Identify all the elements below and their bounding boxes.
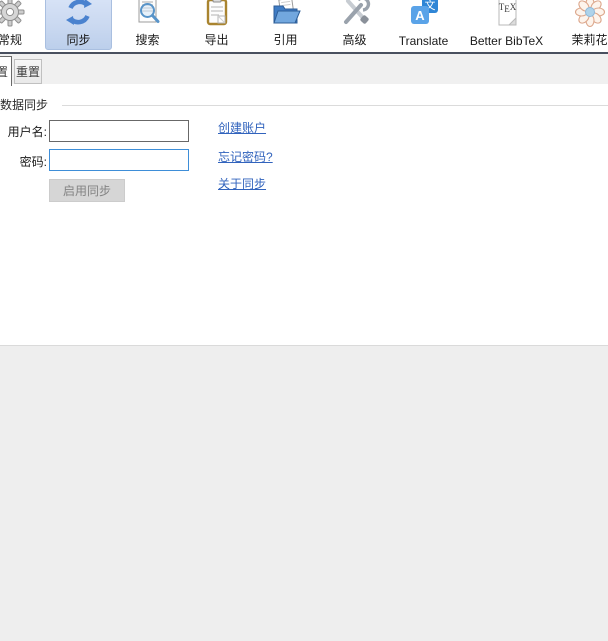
cite-icon: [272, 0, 301, 24]
username-input[interactable]: [49, 120, 189, 142]
toolbar-item-label: 引用: [273, 33, 298, 47]
toolbar-item-general[interactable]: 常规: [0, 0, 44, 52]
toolbar-item-jasmine[interactable]: 茉莉花: [555, 0, 608, 52]
tab-settings[interactable]: 置: [0, 56, 12, 86]
toolbar-item-search[interactable]: 搜索: [113, 0, 182, 52]
toolbar-item-label: 高级: [342, 33, 367, 47]
tab-reset[interactable]: 重置: [14, 59, 42, 84]
password-input[interactable]: [49, 149, 189, 171]
toolbar-item-label: 常规: [0, 33, 22, 47]
preferences-toolbar: 常规 同步 搜索 导出 引用 高级 文 A Translate TEX Bett…: [0, 0, 608, 52]
toolbar-item-label: 同步: [66, 33, 91, 47]
preferences-window: 常规 同步 搜索 导出 引用 高级 文 A Translate TEX Bett…: [0, 0, 608, 641]
toolbar-item-better-bibtex[interactable]: TEX Better BibTeX: [458, 0, 555, 52]
export-icon: [206, 0, 227, 26]
toolbar-item-label: 搜索: [135, 33, 160, 47]
sync-icon: [65, 0, 92, 25]
forgot-password-link[interactable]: 忘记密码?: [218, 148, 273, 165]
translate-icon: 文 A: [410, 0, 438, 24]
toolbar-item-cite[interactable]: 引用: [251, 0, 320, 52]
search-icon: [138, 0, 159, 23]
toolbar-item-translate[interactable]: 文 A Translate: [389, 0, 458, 52]
tab-strip: 置 重置: [0, 54, 608, 86]
toolbar-item-advanced[interactable]: 高级: [320, 0, 389, 52]
bibtex-icon: TEX: [498, 0, 516, 26]
toolbar-item-label: 茉莉花: [571, 33, 608, 47]
groupbox-line: [62, 105, 608, 106]
toolbar-item-label: 导出: [204, 33, 229, 47]
password-label: 密码:: [19, 155, 47, 169]
create-account-link[interactable]: 创建账户: [218, 119, 266, 136]
tab-label: 置: [0, 65, 8, 79]
dialog-footer: 软件技巧: [0, 345, 608, 641]
group-title-data-sync: 数据同步: [0, 98, 49, 112]
toolbar-item-export[interactable]: 导出: [182, 0, 251, 52]
toolbar-item-sync[interactable]: 同步: [44, 0, 113, 52]
flower-icon: [574, 0, 605, 28]
username-label: 用户名:: [7, 125, 47, 139]
advanced-icon: [343, 0, 370, 24]
svg-text:A: A: [415, 8, 425, 23]
toolbar-item-label: Better BibTeX: [469, 34, 544, 48]
sync-settings-pane: 数据同步 用户名: 密码: 启用同步 创建账户 忘记密码? 关于同步: [0, 84, 608, 345]
toolbar-item-label: Translate: [398, 34, 449, 48]
gear-icon: [0, 0, 25, 27]
enable-sync-button[interactable]: 启用同步: [49, 179, 125, 202]
tab-label: 重置: [15, 65, 40, 79]
about-sync-link[interactable]: 关于同步: [218, 175, 266, 192]
